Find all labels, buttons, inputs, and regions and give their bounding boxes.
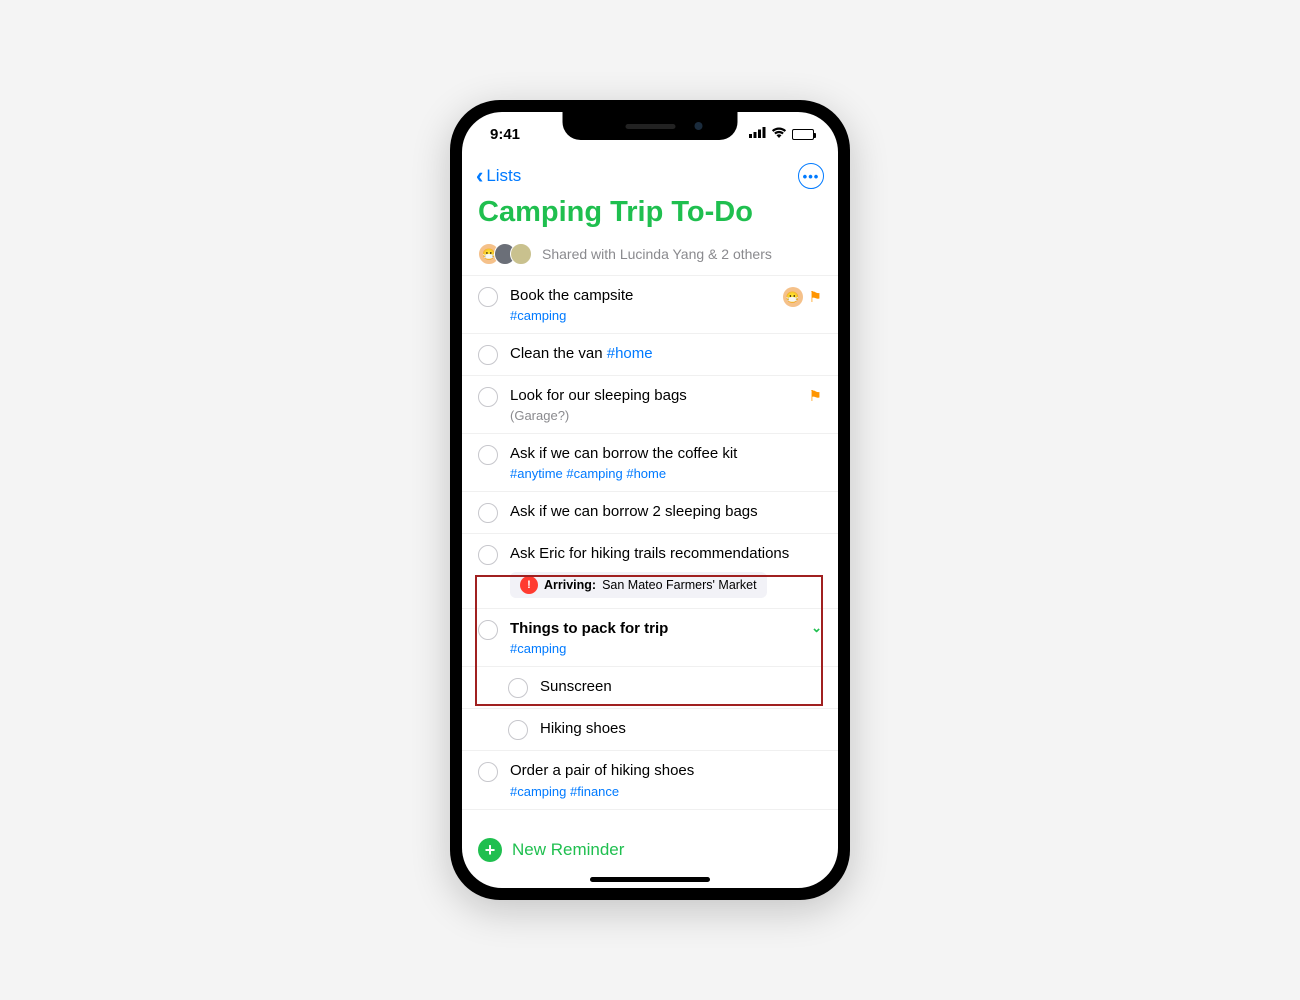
new-reminder-label: New Reminder xyxy=(512,840,624,860)
chevron-down-icon[interactable]: ⌄ xyxy=(811,620,822,636)
reminder-content: Look for our sleeping bags (Garage?) xyxy=(510,386,797,422)
reminder-tags[interactable]: #camping xyxy=(510,308,771,323)
completion-circle[interactable] xyxy=(478,545,498,565)
reminder-item[interactable]: Ask if we can borrow the coffee kit #anyt… xyxy=(462,434,838,492)
reminder-title: Clean the van #home xyxy=(510,344,822,364)
completion-circle[interactable] xyxy=(478,287,498,307)
reminder-title: Look for our sleeping bags xyxy=(510,386,797,406)
reminder-title: Things to pack for trip xyxy=(510,619,799,639)
item-accessories: ⚑ xyxy=(809,387,822,405)
back-label: Lists xyxy=(486,166,521,186)
notch-camera xyxy=(695,122,703,130)
reminder-content: Things to pack for trip #camping xyxy=(510,619,799,656)
reminder-content: Hiking shoes xyxy=(540,719,822,739)
completion-circle[interactable] xyxy=(478,762,498,782)
reminder-title: Ask if we can borrow the coffee kit xyxy=(510,444,822,464)
nav-bar: ‹ Lists ••• xyxy=(462,156,838,196)
ellipsis-icon: ••• xyxy=(803,170,820,183)
plus-circle-icon: + xyxy=(478,838,502,862)
location-chip[interactable]: ! Arriving: San Mateo Farmers' Market xyxy=(510,572,767,598)
status-indicators xyxy=(749,127,814,141)
completion-circle[interactable] xyxy=(478,620,498,640)
assignee-avatar: 😷 xyxy=(783,287,803,307)
reminder-title: Book the campsite xyxy=(510,286,771,306)
completion-circle[interactable] xyxy=(508,720,528,740)
reminder-title: Hiking shoes xyxy=(540,719,822,739)
page-title: Camping Trip To-Do xyxy=(462,196,838,239)
reminder-item[interactable]: Things to pack for trip #camping ⌄ xyxy=(462,609,838,667)
completion-circle[interactable] xyxy=(478,445,498,465)
reminder-item[interactable]: Clean the van #home xyxy=(462,334,838,376)
reminder-item[interactable]: Hiking shoes xyxy=(462,709,838,751)
reminder-title: Ask if we can borrow 2 sleeping bags xyxy=(510,502,822,522)
reminder-tags[interactable]: #camping xyxy=(510,641,799,656)
reminders-list[interactable]: Book the campsite#camping😷⚑Clean the van… xyxy=(462,276,838,819)
location-value: San Mateo Farmers' Market xyxy=(602,578,757,592)
avatar xyxy=(510,243,532,265)
shared-text: Shared with Lucinda Yang & 2 others xyxy=(542,246,772,262)
phone-frame: 9:41 ‹ Lists ••• Camping Trip To-Do xyxy=(450,100,850,900)
wifi-icon xyxy=(771,127,787,141)
completion-circle[interactable] xyxy=(478,387,498,407)
reminder-item[interactable]: Order a pair of hiking shoes #camping #fi… xyxy=(462,751,838,809)
location-label: Arriving: xyxy=(544,578,596,592)
new-reminder-button[interactable]: + New Reminder xyxy=(478,838,822,862)
avatar-stack: 😷 xyxy=(478,243,532,265)
signal-icon xyxy=(749,127,766,141)
bottom-toolbar: + New Reminder xyxy=(462,828,838,880)
notch xyxy=(563,112,738,140)
completion-circle[interactable] xyxy=(478,345,498,365)
completion-circle[interactable] xyxy=(508,678,528,698)
reminder-content: Ask Eric for hiking trails recommendatio… xyxy=(510,544,822,598)
reminder-title: Ask Eric for hiking trails recommendatio… xyxy=(510,544,822,564)
reminder-content: Order a pair of hiking shoes #camping #fi… xyxy=(510,761,822,798)
reminder-note: (Garage?) xyxy=(510,408,797,423)
reminder-title: Sunscreen xyxy=(540,677,822,697)
home-indicator[interactable] xyxy=(590,877,710,882)
reminder-content: Ask if we can borrow the coffee kit #anyt… xyxy=(510,444,822,481)
notch-speaker xyxy=(625,124,675,129)
battery-icon xyxy=(792,129,814,140)
reminder-item[interactable]: Ask Eric for hiking trails recommendatio… xyxy=(462,534,838,609)
reminder-tag[interactable]: #home xyxy=(607,345,653,362)
reminder-content: Sunscreen xyxy=(540,677,822,697)
reminder-item[interactable]: Ask if we can borrow 2 sleeping bags xyxy=(462,492,838,534)
phone-screen: 9:41 ‹ Lists ••• Camping Trip To-Do xyxy=(462,112,838,888)
chevron-left-icon: ‹ xyxy=(476,165,483,187)
reminder-item[interactable]: Look for our sleeping bags (Garage?) ⚑ xyxy=(462,376,838,433)
reminder-item[interactable]: Sunscreen xyxy=(462,667,838,709)
reminder-item[interactable]: Book the campsite#camping😷⚑ xyxy=(462,276,838,334)
flag-icon: ⚑ xyxy=(809,288,822,306)
more-button[interactable]: ••• xyxy=(798,163,824,189)
item-accessories: ⌄ xyxy=(811,620,822,636)
item-accessories: 😷⚑ xyxy=(783,287,822,307)
reminder-content: Ask if we can borrow 2 sleeping bags xyxy=(510,502,822,522)
completion-circle[interactable] xyxy=(478,503,498,523)
shared-with-row[interactable]: 😷 Shared with Lucinda Yang & 2 others xyxy=(462,239,838,276)
reminder-content: Book the campsite #camping xyxy=(510,286,771,323)
alert-badge-icon: ! xyxy=(520,576,538,594)
status-time: 9:41 xyxy=(490,126,520,143)
flag-icon: ⚑ xyxy=(809,387,822,405)
back-button[interactable]: ‹ Lists xyxy=(476,165,521,187)
reminder-title: Order a pair of hiking shoes xyxy=(510,761,822,781)
reminder-content: Clean the van #home xyxy=(510,344,822,364)
reminder-tags[interactable]: #camping #finance xyxy=(510,784,822,799)
reminder-tags[interactable]: #anytime #camping #home xyxy=(510,466,822,481)
